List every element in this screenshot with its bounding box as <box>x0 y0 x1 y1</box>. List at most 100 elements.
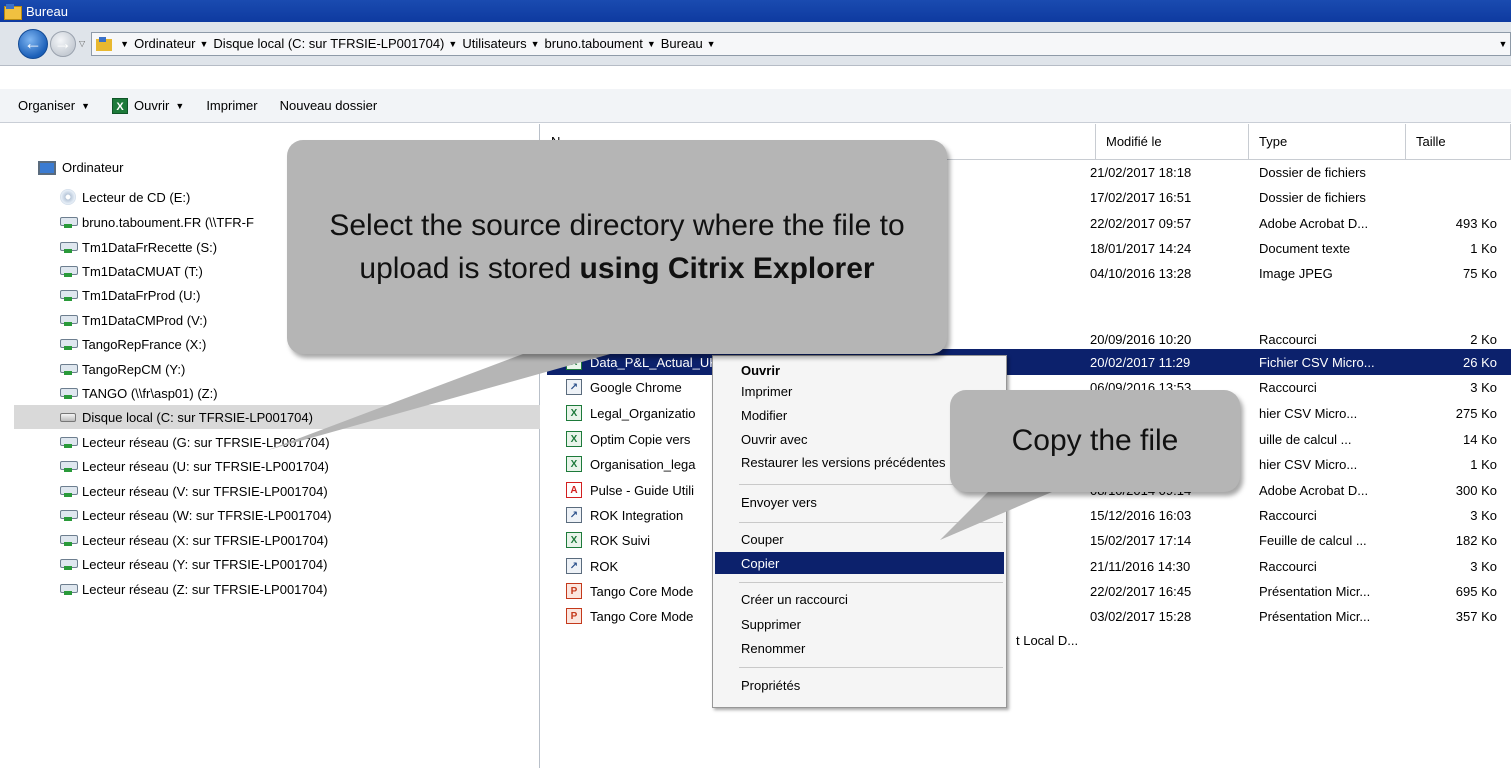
file-modified: 22/02/2017 09:57 <box>1090 215 1192 231</box>
column-modified[interactable]: Modifié le <box>1096 124 1249 160</box>
network-drive-icon <box>60 387 78 399</box>
computer-icon <box>38 160 56 175</box>
breadcrumb-users[interactable]: ▼ Utilisateurs <box>448 36 526 51</box>
file-modified: 20/02/2017 11:29 <box>1090 354 1191 370</box>
network-drive-icon <box>60 363 78 375</box>
file-type: Raccourci <box>1259 331 1317 347</box>
forward-button[interactable]: → <box>50 30 76 57</box>
file-type: Présentation Micr... <box>1259 608 1371 624</box>
menu-cut[interactable]: Couper <box>715 528 1004 550</box>
file-type: uille de calcul ... <box>1259 431 1352 447</box>
excel-file-icon: X <box>566 431 582 447</box>
file-size: 3 Ko <box>1470 558 1497 574</box>
menu-rename[interactable]: Renommer <box>715 637 1004 659</box>
network-drive-icon <box>60 241 78 253</box>
tree-item-label: Lecteur réseau (Y: sur TFRSIE-LP001704) <box>82 556 328 572</box>
file-name: Tango Core Mode <box>590 583 694 599</box>
file-name: Tango Core Mode <box>590 608 694 624</box>
tree-item[interactable]: Disque local (C: sur TFRSIE-LP001704) <box>14 405 540 429</box>
tree-item-label: Lecteur réseau (Z: sur TFRSIE-LP001704) <box>82 581 328 597</box>
address-bar[interactable]: ▼ Ordinateur ▼ Disque local (C: sur TFRSIE… <box>91 31 1511 56</box>
file-size: 3 Ko <box>1470 507 1497 523</box>
organize-button[interactable]: Organiser ▼ <box>18 98 90 113</box>
breadcrumb-desktop[interactable]: ▼ Bureau <box>647 36 703 51</box>
file-type: Présentation Micr... <box>1259 583 1371 599</box>
menu-separator <box>739 582 1003 583</box>
file-modified: 15/02/2017 17:14 <box>1090 532 1192 548</box>
tree-item-label: Lecteur réseau (V: sur TFRSIE-LP001704) <box>82 483 328 499</box>
excel-file-icon: X <box>566 456 582 472</box>
file-modified: 15/12/2016 16:03 <box>1090 507 1192 523</box>
tree-item[interactable]: TANGO (\\fr\asp01) (Z:) <box>0 381 540 405</box>
menu-create-shortcut[interactable]: Créer un raccourci <box>715 588 1004 610</box>
tree-root-computer[interactable]: Ordinateur <box>38 160 123 175</box>
history-dropdown-icon[interactable]: ▽ <box>79 39 85 48</box>
tree-item-label: bruno.taboument.FR (\\TFR-F <box>82 214 254 230</box>
location-folder-icon <box>96 36 114 51</box>
file-row[interactable]: ↗ ROK Integration 15/12/2016 16:03 Raccourc… <box>541 502 1511 528</box>
file-size: 75 Ko <box>1463 265 1497 281</box>
file-size: 300 Ko <box>1455 482 1497 498</box>
file-row[interactable]: P Tango Core Mode 03/02/2017 15:28 Présenta… <box>541 603 1511 629</box>
excel-icon: X <box>112 97 128 114</box>
tree-item[interactable]: Lecteur réseau (V: sur TFRSIE-LP001704) <box>0 479 540 503</box>
title-bar: Bureau <box>0 0 1511 22</box>
tree-item[interactable]: Lecteur réseau (U: sur TFRSIE-LP001704) <box>0 454 540 478</box>
menu-open[interactable]: Ouvrir <box>715 359 1004 381</box>
tree-item[interactable]: Lecteur réseau (G: sur TFRSIE-LP001704) <box>0 430 540 454</box>
file-size: 275 Ko <box>1455 405 1497 421</box>
menu-copy[interactable]: Copier <box>715 552 1004 574</box>
file-modified: 03/02/2017 15:28 <box>1090 608 1192 624</box>
breadcrumb-user[interactable]: ▼ bruno.taboument <box>531 36 643 51</box>
tree-item-label: Lecteur réseau (U: sur TFRSIE-LP001704) <box>82 458 329 474</box>
network-drive-icon <box>60 314 78 326</box>
tree-item-label: TANGO (\\fr\asp01) (Z:) <box>82 385 218 401</box>
breadcrumb-local-disk[interactable]: ▼ Disque local (C: sur TFRSIE-LP001704) <box>200 36 445 51</box>
column-size[interactable]: Taille <box>1406 124 1511 160</box>
network-drive-icon <box>60 265 78 277</box>
menu-properties[interactable]: Propriétés <box>715 674 1004 696</box>
excel-file-icon: X <box>566 532 582 548</box>
file-type: Dossier de fichiers <box>1259 189 1366 205</box>
file-row[interactable]: P Tango Core Mode 22/02/2017 16:45 Présenta… <box>541 578 1511 604</box>
menu-delete[interactable]: Supprimer <box>715 613 1004 635</box>
file-size: 3 Ko <box>1470 379 1497 395</box>
address-dropdown-icon[interactable]: ▼ <box>1496 39 1510 49</box>
file-type: Feuille de calcul ... <box>1259 532 1367 548</box>
tree-item[interactable]: Lecteur réseau (X: sur TFRSIE-LP001704) <box>0 528 540 552</box>
file-type: Adobe Acrobat D... <box>1259 482 1369 498</box>
file-type: Document texte <box>1259 240 1351 256</box>
network-drive-icon <box>60 436 78 448</box>
network-drive-icon <box>60 509 78 521</box>
window-title: Bureau <box>26 3 68 19</box>
breadcrumb-more[interactable]: ▼ <box>707 39 721 49</box>
network-drive-icon <box>60 338 78 350</box>
file-row[interactable]: X ROK Suivi 15/02/2017 17:14 Feuille de cal… <box>541 527 1511 553</box>
print-button[interactable]: Imprimer <box>206 98 257 113</box>
file-name: Legal_Organizatio <box>590 405 696 421</box>
tree-item[interactable]: Lecteur réseau (Y: sur TFRSIE-LP001704) <box>0 552 540 576</box>
file-row[interactable]: ↗ ROK 21/11/2016 14:30 Raccourci 3 Ko <box>541 553 1511 579</box>
column-type[interactable]: Type <box>1249 124 1406 160</box>
back-button[interactable]: ← <box>18 28 48 59</box>
menu-send-to[interactable]: Envoyer vers <box>715 491 1004 513</box>
tree-item-label: Lecteur réseau (W: sur TFRSIE-LP001704) <box>82 507 332 523</box>
callout-copy-file: Copy the file <box>950 390 1240 492</box>
tree-item[interactable]: TangoRepCM (Y:) <box>0 357 540 381</box>
address-row: ← → ▽ ▼ Ordinateur ▼ Disque local (C: sur … <box>0 22 1511 66</box>
callout-source-bold: using Citrix Explorer <box>579 252 875 285</box>
file-type: Raccourci <box>1259 379 1317 395</box>
tree-item-label: Lecteur réseau (G: sur TFRSIE-LP001704) <box>82 434 330 450</box>
excel-file-icon: X <box>566 354 582 370</box>
tree-item-label: TangoRepCM (Y:) <box>82 361 186 377</box>
new-folder-button[interactable]: Nouveau dossier <box>280 98 378 113</box>
file-size: 695 Ko <box>1455 583 1497 599</box>
open-button[interactable]: X Ouvrir ▼ <box>112 97 184 114</box>
file-type: Raccourci <box>1259 558 1317 574</box>
tree-item-label: Tm1DataCMUAT (T:) <box>82 263 203 279</box>
tree-item-label: TangoRepFrance (X:) <box>82 336 207 352</box>
tree-item[interactable]: Lecteur réseau (W: sur TFRSIE-LP001704) <box>0 503 540 527</box>
file-type: Adobe Acrobat D... <box>1259 215 1369 231</box>
breadcrumb-computer[interactable]: ▼ Ordinateur <box>120 36 195 51</box>
tree-item[interactable]: Lecteur réseau (Z: sur TFRSIE-LP001704) <box>0 577 540 601</box>
